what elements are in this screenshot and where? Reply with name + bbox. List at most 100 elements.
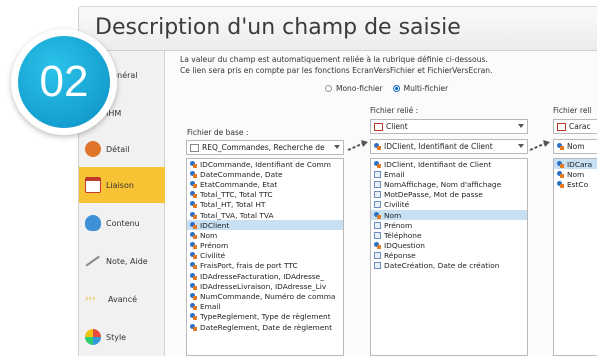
table-icon [374,122,383,131]
nav-item-style[interactable]: Style [79,319,165,355]
key-icon [374,160,381,168]
note-icon [85,255,101,267]
key-icon [190,231,197,239]
page-title: Description d'un champ de saisie [95,15,461,40]
list-item[interactable]: TypeReglement, Type de règlement [187,312,343,322]
field-icon [374,262,381,270]
radio-label: Multi-fichier [403,84,449,93]
table-icon [557,122,566,131]
combo-value: REQ_Commandes, Recherche de [202,143,325,152]
step-badge: 02 [11,29,117,135]
list-item[interactable]: Civilité [371,200,527,210]
list-item-label: Civilité [200,251,226,261]
key-icon [374,211,381,219]
list-item[interactable]: IDCara [554,159,597,170]
key-icon [557,160,564,168]
base-file-combo[interactable]: REQ_Commandes, Recherche de [186,140,344,155]
key-icon [190,160,197,168]
key-icon [557,143,564,150]
list-item-label: Prénom [200,241,229,251]
list-item[interactable]: Nom [187,230,343,240]
field-icon [374,231,381,239]
list-item[interactable]: IDClient [187,220,343,231]
list-item[interactable]: DateReglement, Date de règlement [187,322,343,332]
list-item[interactable]: Total_TVA, Total TVA [187,210,343,220]
base-file-label: Fichier de base : [187,128,249,137]
key-icon [374,143,381,150]
combo-value: Client [386,122,408,131]
list-item[interactable]: Email [187,302,343,312]
list-item[interactable]: NumCommande, Numéro de comma [187,291,343,301]
base-field-list[interactable]: IDCommande, Identifiant de Comm DateComma… [186,158,344,356]
third-file-label: Fichier reli [553,106,592,115]
list-item[interactable]: EtatCommande, Etat [187,179,343,189]
list-item[interactable]: DateCommande, Date [187,169,343,179]
field-icon [374,221,381,229]
nav-item-liaison[interactable]: Liaison [79,167,165,203]
list-item-label: Téléphone [384,230,422,240]
key-icon [190,313,197,321]
list-item-label: Réponse [384,251,416,261]
list-item[interactable]: IDClient, Identifiant de Client [371,159,527,169]
linked-field-list[interactable]: IDClient, Identifiant de Client Email NomA… [370,158,528,356]
list-item-label: IDQuestion [384,241,425,251]
list-item[interactable]: Prénom [371,220,527,230]
field-icon [374,180,381,188]
nav-item-detail[interactable]: Détail [79,131,165,167]
list-item-label: IDCommande, Identifiant de Comm [200,159,331,169]
list-item[interactable]: IDCommande, Identifiant de Comm [187,159,343,169]
link-arrow-icon [347,140,368,151]
list-item[interactable]: Total_TTC, Total TTC [187,190,343,200]
file-mode-radio-group: Mono-fichier Multi-fichier [325,84,448,93]
nav-item-avance[interactable]: ››› Avancé [79,281,165,317]
list-item[interactable]: IDAdresseLivraison, IDAdresse_Liv [187,281,343,291]
radio-multi-fichier[interactable]: Multi-fichier [392,84,449,93]
list-item-label: FraisPort, frais de port TTC [200,261,298,271]
nav-item-contenu[interactable]: Contenu [79,205,165,241]
key-icon [190,221,197,229]
list-item[interactable]: FraisPort, frais de port TTC [187,261,343,271]
query-icon [190,143,199,152]
list-item[interactable]: MotDePasse, Mot de passe [371,190,527,200]
linked-field-combo[interactable]: IDClient, Identifiant de Client [370,139,528,154]
list-item[interactable]: Email [371,169,527,179]
key-icon [190,180,197,188]
style-icon [85,329,101,345]
link-icon [85,177,101,193]
list-item-label: Email [384,169,405,179]
list-item[interactable]: Total_HT, Total HT [187,200,343,210]
nav-item-note[interactable]: Note, Aide [79,243,165,279]
list-item[interactable]: NomAffichage, Nom d'affichage [371,179,527,189]
description-line: Ce lien sera pris en compte par les fonc… [180,66,493,75]
list-item[interactable]: DateCréation, Date de création [371,261,527,271]
list-item[interactable]: IDAdresseFacturation, IDAdresse_ [187,271,343,281]
third-field-combo[interactable]: Nom [553,139,597,154]
radio-mono-fichier[interactable]: Mono-fichier [325,84,383,93]
list-item-label: DateCommande, Date [200,169,283,179]
list-item[interactable]: Civilité [187,251,343,261]
list-item[interactable]: IDQuestion [371,241,527,251]
list-item[interactable]: Réponse [371,251,527,261]
list-item[interactable]: Nom [371,209,527,221]
third-field-list[interactable]: IDCara Nom EstCo [553,158,597,356]
nav-item-label: Liaison [106,180,134,190]
list-item-label: Nom [384,210,402,220]
list-item-label: IDAdresseFacturation, IDAdresse_ [200,271,324,281]
list-item[interactable]: Nom [554,169,597,179]
third-table-combo[interactable]: Carac [553,119,597,134]
nav-item-label: Détail [106,144,130,154]
linked-table-combo[interactable]: Client [370,119,528,134]
field-icon [374,201,381,209]
list-item-label: Nom [200,230,218,240]
key-icon [190,252,197,260]
key-icon [190,272,197,280]
list-item-label: TypeReglement, Type de règlement [200,312,331,322]
list-item[interactable]: EstCo [554,179,597,189]
step-number: 02 [18,36,110,128]
key-icon [557,180,564,188]
field-icon [374,170,381,178]
list-item[interactable]: Prénom [187,241,343,251]
list-item-label: Civilité [384,200,410,210]
list-item[interactable]: Téléphone [371,230,527,240]
radio-circle [392,85,400,92]
